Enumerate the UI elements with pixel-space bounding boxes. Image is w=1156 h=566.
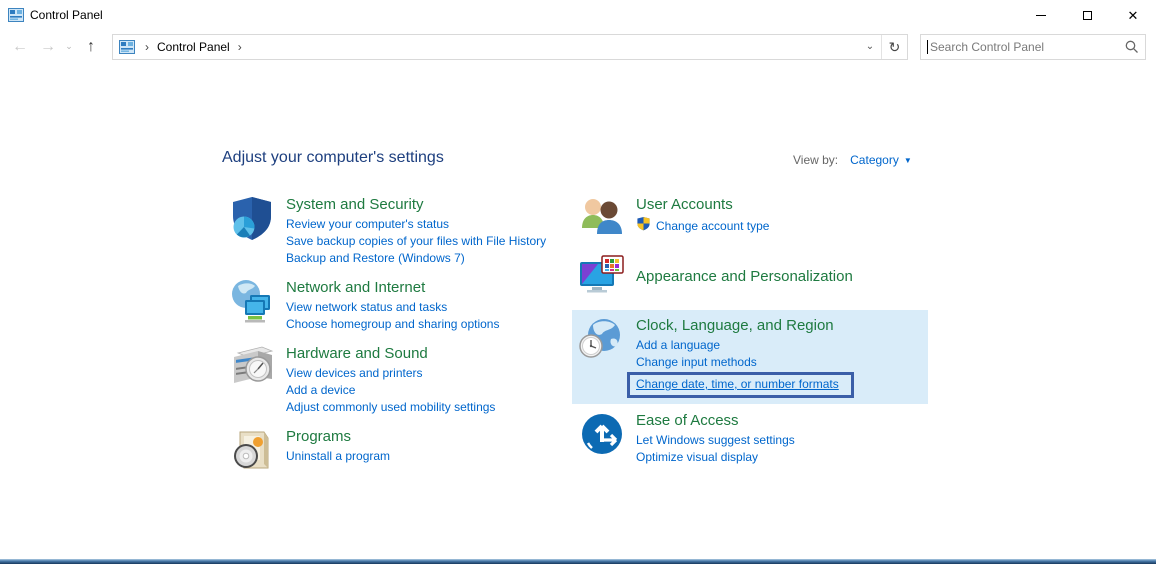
content-area: Adjust your computer's settings View by:… bbox=[0, 63, 1156, 564]
category-programs: Programs Uninstall a program bbox=[228, 426, 566, 474]
network-globe-monitors-icon[interactable] bbox=[228, 277, 276, 325]
ease-of-access-icon[interactable] bbox=[578, 410, 626, 458]
back-button[interactable]: ← bbox=[6, 39, 34, 55]
task-link-change-input-methods[interactable]: Change input methods bbox=[636, 354, 854, 371]
maximize-button[interactable] bbox=[1064, 0, 1110, 30]
close-button[interactable]: ✕ bbox=[1110, 0, 1156, 30]
monitor-palette-icon[interactable] bbox=[578, 252, 626, 300]
globe-clock-icon[interactable] bbox=[578, 315, 626, 363]
category-hardware-and-sound: Hardware and Sound View devices and prin… bbox=[228, 343, 566, 416]
address-bar[interactable]: › Control Panel › ⌄ ↻ bbox=[112, 34, 908, 60]
minimize-button[interactable] bbox=[1018, 0, 1064, 30]
task-link-network-status[interactable]: View network status and tasks bbox=[286, 299, 499, 316]
category-system-and-security: System and Security Review your computer… bbox=[228, 194, 566, 267]
task-link-suggest-settings[interactable]: Let Windows suggest settings bbox=[636, 432, 795, 449]
task-link-backup-restore[interactable]: Backup and Restore (Windows 7) bbox=[286, 250, 546, 267]
task-link-mobility-settings[interactable]: Adjust commonly used mobility settings bbox=[286, 399, 495, 416]
category-title-user-accounts[interactable]: User Accounts bbox=[636, 196, 733, 213]
category-network-and-internet: Network and Internet View network status… bbox=[228, 277, 566, 333]
task-link-devices-printers[interactable]: View devices and printers bbox=[286, 365, 495, 382]
category-title-appearance-and-personalization[interactable]: Appearance and Personalization bbox=[636, 268, 853, 285]
task-link-optimize-visual-display[interactable]: Optimize visual display bbox=[636, 449, 795, 466]
software-box-cd-icon[interactable] bbox=[228, 426, 276, 474]
category-title-network-and-internet[interactable]: Network and Internet bbox=[286, 279, 425, 296]
breadcrumb[interactable]: › Control Panel › bbox=[113, 35, 859, 59]
view-by-control: View by: Category ▼ bbox=[793, 153, 912, 167]
control-panel-window: Control Panel ✕ ← → ⌄ ↑ bbox=[0, 0, 1156, 566]
title-bar: Control Panel ✕ bbox=[0, 0, 1156, 30]
task-link-file-history[interactable]: Save backup copies of your files with Fi… bbox=[286, 233, 546, 250]
text-cursor bbox=[927, 40, 928, 54]
up-button[interactable]: ↑ bbox=[76, 39, 106, 55]
recent-pages-dropdown[interactable]: ⌄ bbox=[62, 42, 76, 51]
maximize-icon bbox=[1083, 11, 1092, 20]
view-by-value[interactable]: Category bbox=[850, 153, 899, 167]
address-dropdown-icon[interactable]: ⌄ bbox=[859, 35, 881, 59]
category-title-ease-of-access[interactable]: Ease of Access bbox=[636, 412, 739, 429]
two-users-icon[interactable] bbox=[578, 194, 626, 242]
shield-icon[interactable] bbox=[228, 194, 276, 242]
category-column-left: System and Security Review your computer… bbox=[228, 194, 566, 484]
window-bottom-border bbox=[0, 559, 1156, 564]
task-link-change-date-time-formats[interactable]: Change date, time, or number formats bbox=[636, 377, 839, 391]
annotation-highlight-box: Change date, time, or number formats bbox=[627, 372, 854, 398]
chevron-right-icon[interactable]: › bbox=[232, 40, 248, 54]
category-appearance-and-personalization: Appearance and Personalization bbox=[578, 252, 928, 300]
control-panel-icon bbox=[119, 39, 135, 55]
task-link-change-account-type[interactable]: Change account type bbox=[656, 218, 769, 235]
window-title: Control Panel bbox=[30, 8, 103, 22]
category-title-programs[interactable]: Programs bbox=[286, 428, 351, 445]
category-ease-of-access: Ease of Access Let Windows suggest setti… bbox=[578, 410, 928, 466]
breadcrumb-item-control-panel[interactable]: Control Panel bbox=[155, 40, 232, 54]
category-user-accounts: User Accounts Change account type bbox=[578, 194, 928, 242]
search-box[interactable]: Search Control Panel bbox=[920, 34, 1146, 60]
task-link-add-language[interactable]: Add a language bbox=[636, 337, 854, 354]
category-title-clock-language-region[interactable]: Clock, Language, and Region bbox=[636, 317, 834, 334]
category-title-system-and-security[interactable]: System and Security bbox=[286, 196, 424, 213]
page-title: Adjust your computer's settings bbox=[222, 149, 444, 167]
chevron-down-icon[interactable]: ▼ bbox=[904, 156, 912, 165]
navigation-bar: ← → ⌄ ↑ › Control Panel › ⌄ bbox=[0, 30, 1156, 63]
task-link-uninstall-program[interactable]: Uninstall a program bbox=[286, 448, 390, 465]
task-link-review-status[interactable]: Review your computer's status bbox=[286, 216, 546, 233]
minimize-icon bbox=[1036, 15, 1046, 16]
close-icon: ✕ bbox=[1128, 9, 1139, 22]
category-column-right: User Accounts Change account type bbox=[578, 194, 928, 476]
uac-shield-icon bbox=[636, 216, 651, 236]
control-panel-icon bbox=[8, 7, 24, 23]
printer-gauge-icon[interactable] bbox=[228, 343, 276, 391]
task-link-homegroup[interactable]: Choose homegroup and sharing options bbox=[286, 316, 499, 333]
window-controls: ✕ bbox=[1018, 0, 1156, 30]
category-title-hardware-and-sound[interactable]: Hardware and Sound bbox=[286, 345, 428, 362]
chevron-right-icon[interactable]: › bbox=[139, 40, 155, 54]
search-icon[interactable] bbox=[1125, 40, 1139, 54]
forward-button[interactable]: → bbox=[34, 39, 62, 55]
search-input[interactable]: Search Control Panel bbox=[930, 40, 1125, 54]
task-link-add-device[interactable]: Add a device bbox=[286, 382, 495, 399]
refresh-icon[interactable]: ↻ bbox=[881, 35, 907, 59]
view-by-label: View by: bbox=[793, 153, 838, 167]
category-clock-language-region: Clock, Language, and Region Add a langua… bbox=[572, 310, 928, 404]
